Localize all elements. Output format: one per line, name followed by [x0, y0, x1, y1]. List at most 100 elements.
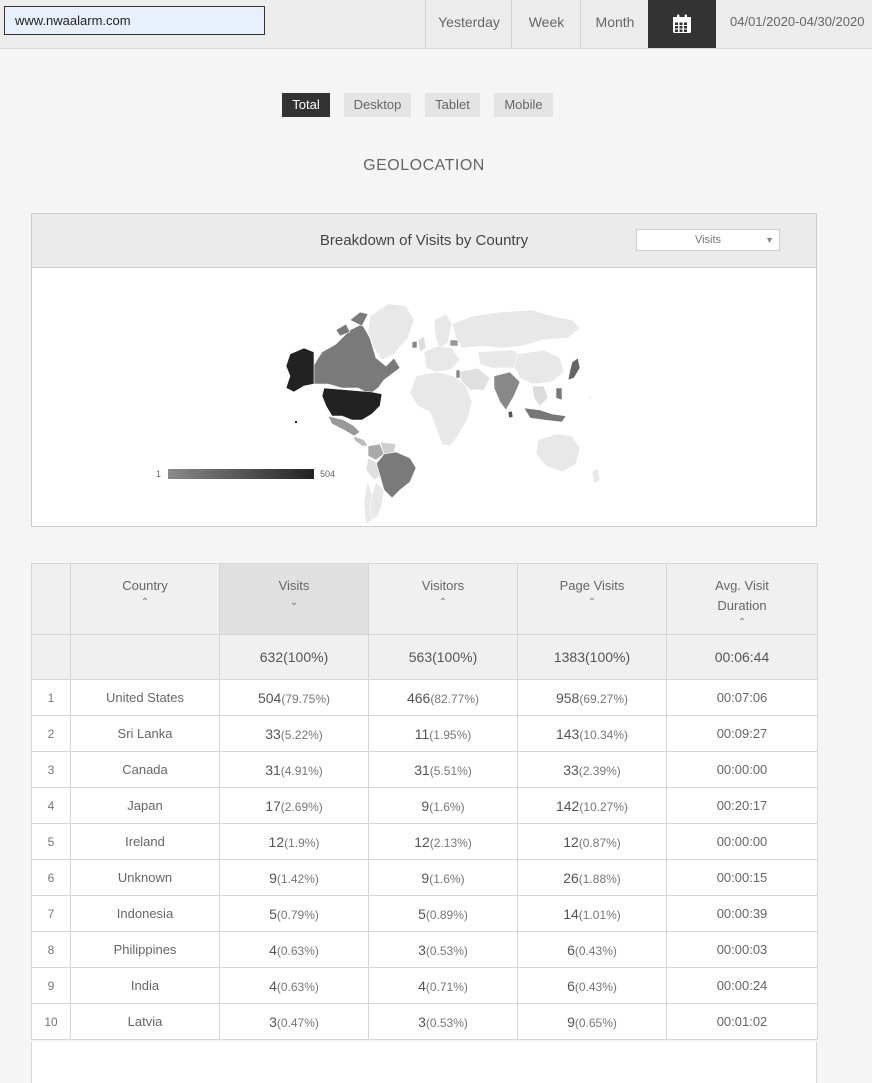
row-rank: 4: [31, 787, 71, 824]
page-visits-percent: (1.01%): [578, 907, 621, 922]
row-page-visits: 14(1.01%): [517, 895, 667, 932]
country-china: [513, 349, 565, 385]
table-row[interactable]: 8 Philippines 4(0.63%) 3(0.53%) 6(0.43%) 00:0…: [31, 931, 818, 968]
month-button[interactable]: Month: [580, 0, 649, 48]
map-header: Breakdown of Visits by Country Visits ▼: [32, 214, 816, 268]
world-map: 1 504: [156, 303, 601, 524]
totals-page-visits: 1383(100%): [517, 634, 667, 680]
row-country: Ireland: [70, 823, 220, 860]
metric-select[interactable]: Visits ▼: [636, 229, 780, 251]
table-row[interactable]: 9 India 4(0.63%) 4(0.71%) 6(0.43%) 00:00:24: [31, 967, 818, 1004]
header-country[interactable]: Country ⌃: [70, 563, 220, 635]
country-new-zealand: [591, 467, 601, 485]
totals-rank: [31, 634, 71, 680]
country-australia: [535, 433, 581, 473]
row-visits: 12(1.9%): [219, 823, 369, 860]
page-visits-percent: (0.65%): [574, 1015, 617, 1030]
date-range-label[interactable]: 04/01/2020-04/30/2020: [730, 0, 864, 48]
page-visits-value: 958: [555, 689, 580, 706]
yesterday-button[interactable]: Yesterday: [425, 0, 512, 48]
visitors-value: 4: [418, 977, 426, 994]
row-rank: 6: [31, 859, 71, 896]
geo-table: Country ⌃ Visits ⌄ Visitors ⌃ Page Visit…: [31, 563, 818, 1040]
page-visits-percent: (0.87%): [578, 835, 621, 850]
country-russia: [451, 309, 581, 349]
page-visits-percent: (69.27%): [579, 691, 629, 706]
row-rank: 1: [31, 679, 71, 716]
sort-up-icon[interactable]: ⌃: [695, 616, 789, 630]
visits-percent: (1.9%): [284, 835, 320, 850]
page-visits-percent: (10.34%): [579, 727, 629, 742]
table-row[interactable]: 7 Indonesia 5(0.79%) 5(0.89%) 14(1.01%) 00:00…: [31, 895, 818, 932]
sort-down-icon[interactable]: ⌄: [220, 596, 368, 610]
tab-mobile[interactable]: Mobile: [494, 93, 553, 117]
table-row[interactable]: 10 Latvia 3(0.47%) 3(0.53%) 9(0.65%) 00:01:02: [31, 1003, 818, 1040]
country-name: Sri Lanka: [117, 726, 173, 741]
country-sri-lanka: [507, 410, 514, 419]
sort-up-icon[interactable]: ⌃: [369, 596, 517, 610]
table-row[interactable]: 2 Sri Lanka 33(5.22%) 11(1.95%) 143(10.34%) 0…: [31, 715, 818, 752]
rank-value: 6: [47, 870, 55, 885]
visits-value: 33: [265, 725, 281, 742]
header-avg-duration[interactable]: Avg. Visit Duration ⌃: [666, 563, 818, 635]
row-rank: 5: [31, 823, 71, 860]
duration-value: 00:07:06: [716, 690, 768, 705]
table-row[interactable]: 3 Canada 31(4.91%) 31(5.51%) 33(2.39%) 00:00:…: [31, 751, 818, 788]
tab-total[interactable]: Total: [282, 93, 330, 117]
table-row[interactable]: 1 United States 504(79.75%) 466(82.77%) 958(…: [31, 679, 818, 716]
visitors-percent: (1.6%): [429, 871, 465, 886]
table-row[interactable]: 5 Ireland 12(1.9%) 12(2.13%) 12(0.87%) 00:00:…: [31, 823, 818, 860]
row-page-visits: 26(1.88%): [517, 859, 667, 896]
duration-value: 00:00:03: [716, 942, 768, 957]
country-greenland: [367, 303, 415, 361]
country-name: Latvia: [127, 1014, 163, 1029]
country-argentina: [369, 481, 385, 521]
row-page-visits: 6(0.43%): [517, 931, 667, 968]
tab-desktop[interactable]: Desktop: [344, 93, 411, 117]
row-duration: 00:07:06: [666, 679, 818, 716]
tab-tablet[interactable]: Tablet: [425, 93, 480, 117]
site-url-input[interactable]: [4, 6, 265, 35]
row-rank: 9: [31, 967, 71, 1004]
header-page-visits-label: Page Visits: [559, 578, 625, 593]
country-europe: [423, 345, 461, 373]
table-row[interactable]: 4 Japan 17(2.69%) 9(1.6%) 142(10.27%) 00:20:1…: [31, 787, 818, 824]
country-india: [493, 371, 521, 411]
header-visits[interactable]: Visits ⌄: [219, 563, 369, 635]
row-visits: 33(5.22%): [219, 715, 369, 752]
row-page-visits: 142(10.27%): [517, 787, 667, 824]
sort-up-icon[interactable]: ⌃: [518, 596, 666, 610]
row-page-visits: 143(10.34%): [517, 715, 667, 752]
row-rank: 10: [31, 1003, 71, 1040]
duration-value: 00:00:39: [716, 906, 768, 921]
row-country: Latvia: [70, 1003, 220, 1040]
visits-percent: (5.22%): [280, 727, 323, 742]
row-country: Philippines: [70, 931, 220, 968]
page-visits-value: 12: [563, 833, 579, 850]
table-scroll-area[interactable]: [31, 1042, 817, 1083]
header-rank: [31, 563, 71, 635]
header-avg-duration-label: Avg. Visit Duration: [715, 578, 769, 613]
row-visits: 4(0.63%): [219, 967, 369, 1004]
header-visits-label: Visits: [278, 578, 310, 593]
sort-up-icon[interactable]: ⌃: [71, 596, 219, 610]
row-visits: 504(79.75%): [219, 679, 369, 716]
row-visitors: 5(0.89%): [368, 895, 518, 932]
totals-row: 632(100%) 563(100%) 1383(100%) 00:06:44: [31, 634, 818, 680]
calendar-button[interactable]: [648, 0, 716, 48]
country-israel: [455, 369, 461, 379]
totals-visitors: 563(100%): [368, 634, 518, 680]
header-visitors[interactable]: Visitors ⌃: [368, 563, 518, 635]
rank-value: 2: [47, 726, 55, 741]
table-row[interactable]: 6 Unknown 9(1.42%) 9(1.6%) 26(1.88%) 00:00:15: [31, 859, 818, 896]
duration-value: 00:00:15: [716, 870, 768, 885]
country-usa: [321, 387, 383, 421]
header-page-visits[interactable]: Page Visits ⌃: [517, 563, 667, 635]
row-visits: 31(4.91%): [219, 751, 369, 788]
week-button[interactable]: Week: [511, 0, 581, 48]
country-name: Ireland: [125, 834, 165, 849]
top-bar: Yesterday Week Month 04/01/2020-04/30/20…: [0, 0, 872, 49]
metric-select-value: Visits: [694, 234, 722, 246]
legend-min: 1: [156, 469, 161, 479]
visitors-value: 12: [414, 833, 430, 850]
